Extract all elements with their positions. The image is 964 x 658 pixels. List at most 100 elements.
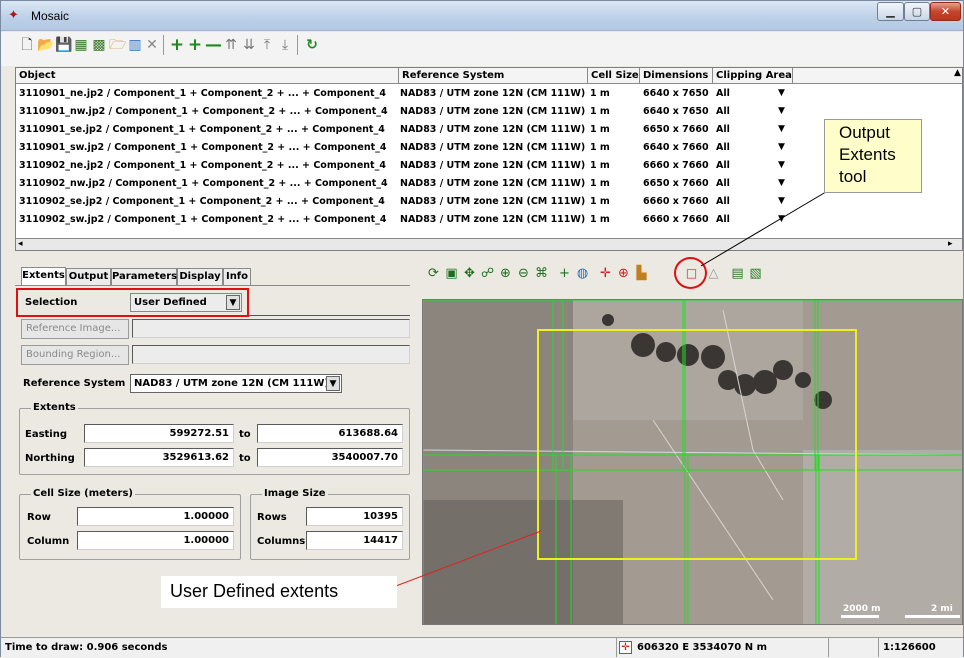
columns-field[interactable]: 14417 [306,531,403,550]
selection-dropdown[interactable]: User Defined ▼ [130,293,242,312]
scale-bar-imperial [905,615,960,618]
clipping-area-cell[interactable]: All [716,121,766,139]
chart-icon[interactable]: ▥ [127,37,143,53]
scroll-left-icon[interactable]: ◂ [18,239,23,250]
table-row[interactable]: 3110902_se.jp2 / Component_1 + Component… [16,193,962,211]
minus-icon[interactable]: — [205,37,222,54]
clipping-area-dropdown-icon[interactable]: ▼ [778,160,785,170]
tab-parameters[interactable]: Parameters [111,268,177,285]
zoom-in-icon[interactable]: ⊕ [498,266,513,281]
column-cell-size-field[interactable]: 1.00000 [77,531,234,550]
table-row[interactable]: 3110902_ne.jp2 / Component_1 + Component… [16,157,962,175]
clipping-area-dropdown-icon[interactable]: ▼ [778,214,785,224]
clipping-area-dropdown-icon[interactable]: ▼ [778,88,785,98]
tab-extents[interactable]: Extents [21,267,66,285]
tab-display[interactable]: Display [177,268,223,285]
open-folder-icon[interactable]: 🗁 [109,37,126,53]
column-header-object[interactable]: Object [16,68,399,84]
column-header-cell-size[interactable]: Cell Size [588,68,640,84]
zoom-out-icon[interactable]: ⊖ [516,266,531,281]
dimensions-cell: 6660 x 7660 [643,196,709,207]
field-circle [631,333,655,357]
object-cell: 3110902_se.jp2 / Component_1 + Component… [19,196,385,207]
object-cell: 3110902_nw.jp2 / Component_1 + Component… [19,178,388,189]
table-row[interactable]: 3110901_sw.jp2 / Component_1 + Component… [16,139,962,157]
zoom-to-icon[interactable]: ⊕ [616,266,631,281]
add-raster-list-icon[interactable]: ▩ [91,37,107,53]
table-row[interactable]: 3110902_nw.jp2 / Component_1 + Component… [16,175,962,193]
table-row[interactable]: 3110901_se.jp2 / Component_1 + Component… [16,121,962,139]
polygon-icon[interactable]: △ [706,266,721,281]
field-circle [602,314,614,326]
callout-line: Extents [839,145,896,164]
clipping-area-dropdown-icon[interactable]: ▼ [778,124,785,134]
reference-image-button[interactable]: Reference Image... [21,319,129,339]
dimensions-cell: 6640 x 7650 [643,106,709,117]
new-icon[interactable]: 🗋 [19,37,35,53]
column-header-clipping-area[interactable]: Clipping Area [713,68,793,84]
clipping-area-dropdown-icon[interactable]: ▼ [778,178,785,188]
group-icon[interactable]: ☍ [480,266,495,281]
tab-info[interactable]: Info [223,268,251,285]
field-circle [656,342,676,362]
add-raster-icon[interactable]: ▦ [73,37,89,53]
clipping-area-dropdown-icon[interactable]: ▼ [778,196,785,206]
scroll-up-icon[interactable]: ▲ [954,68,962,84]
northing-to-field[interactable]: 3540007.70 [257,448,403,467]
maximize-button[interactable]: ▢ [904,2,930,21]
refresh-icon[interactable]: ↻ [304,37,320,53]
globe-icon[interactable]: ◍ [575,266,590,281]
pan-icon[interactable]: ✥ [462,266,477,281]
minimize-button[interactable]: ▁ [877,2,904,21]
zoom-box-icon[interactable]: ⌘ [534,266,549,281]
clipping-area-dropdown-icon[interactable]: ▼ [778,142,785,152]
map-view[interactable]: 2000 m 2 mi [422,299,963,625]
reference-system-cell: NAD83 / UTM zone 12N (CM 111W) [400,214,586,225]
clipping-area-dropdown-icon[interactable]: ▼ [778,106,785,116]
easting-label: Easting [25,429,68,440]
easting-to-field[interactable]: 613688.64 [257,424,403,443]
move-up-icon[interactable]: ⇈ [223,37,239,53]
move-bottom-icon[interactable]: ⤓ [277,37,293,53]
clipping-area-cell[interactable]: All [716,139,766,157]
clipping-area-cell[interactable]: All [716,85,766,103]
table-horizontal-scrollbar[interactable]: ◂ ▸ [16,238,962,250]
crosshair-icon[interactable]: ✛ [619,641,632,654]
clipping-area-cell[interactable]: All [716,157,766,175]
add-layer-icon[interactable]: + [557,266,572,281]
rows-field[interactable]: 10395 [306,507,403,526]
title-bar[interactable]: ✦ Mosaic ▁ ▢ ✕ [1,1,963,31]
spreadsheet-icon[interactable]: ▤ [730,266,745,281]
table-row[interactable]: 3110902_sw.jp2 / Component_1 + Component… [16,211,962,229]
northing-from-field[interactable]: 3529613.62 [84,448,234,467]
open-icon[interactable]: 📂 [37,37,54,53]
close-button[interactable]: ✕ [930,2,961,21]
clipping-area-cell[interactable]: All [716,175,766,193]
ruler-icon[interactable]: ▙ [634,266,649,281]
full-view-icon[interactable]: ▣ [444,266,459,281]
bounding-region-button[interactable]: Bounding Region... [21,345,129,365]
dimensions-cell: 6650 x 7660 [643,124,709,135]
scroll-right-icon[interactable]: ▸ [948,239,953,250]
clipping-area-cell[interactable]: All [716,103,766,121]
print-icon[interactable]: ▧ [748,266,763,281]
reference-system-dropdown[interactable]: NAD83 / UTM zone 12N (CM 111W) ▼ [130,374,342,393]
move-top-icon[interactable]: ⤒ [259,37,275,53]
delete-icon[interactable]: ✕ [144,37,160,53]
gps-icon[interactable]: ✛ [598,266,613,281]
row-cell-size-field[interactable]: 1.00000 [77,507,234,526]
column-header-reference-system[interactable]: Reference System [399,68,588,84]
table-row[interactable]: 3110901_ne.jp2 / Component_1 + Component… [16,85,962,103]
clipping-area-cell[interactable]: All [716,193,766,211]
save-icon[interactable]: 💾 [55,37,72,53]
table-row[interactable]: 3110901_nw.jp2 / Component_1 + Component… [16,103,962,121]
plus-icon[interactable]: + [169,37,185,54]
column-header-dimensions[interactable]: Dimensions [640,68,713,84]
object-table: Object Reference System Cell Size Dimens… [15,67,963,251]
tab-output[interactable]: Output [66,268,111,285]
easting-from-field[interactable]: 599272.51 [84,424,234,443]
add-icon[interactable]: + [187,37,203,54]
clipping-area-cell[interactable]: All [716,211,766,229]
redraw-icon[interactable]: ⟳ [426,266,441,281]
move-down-icon[interactable]: ⇊ [241,37,257,53]
